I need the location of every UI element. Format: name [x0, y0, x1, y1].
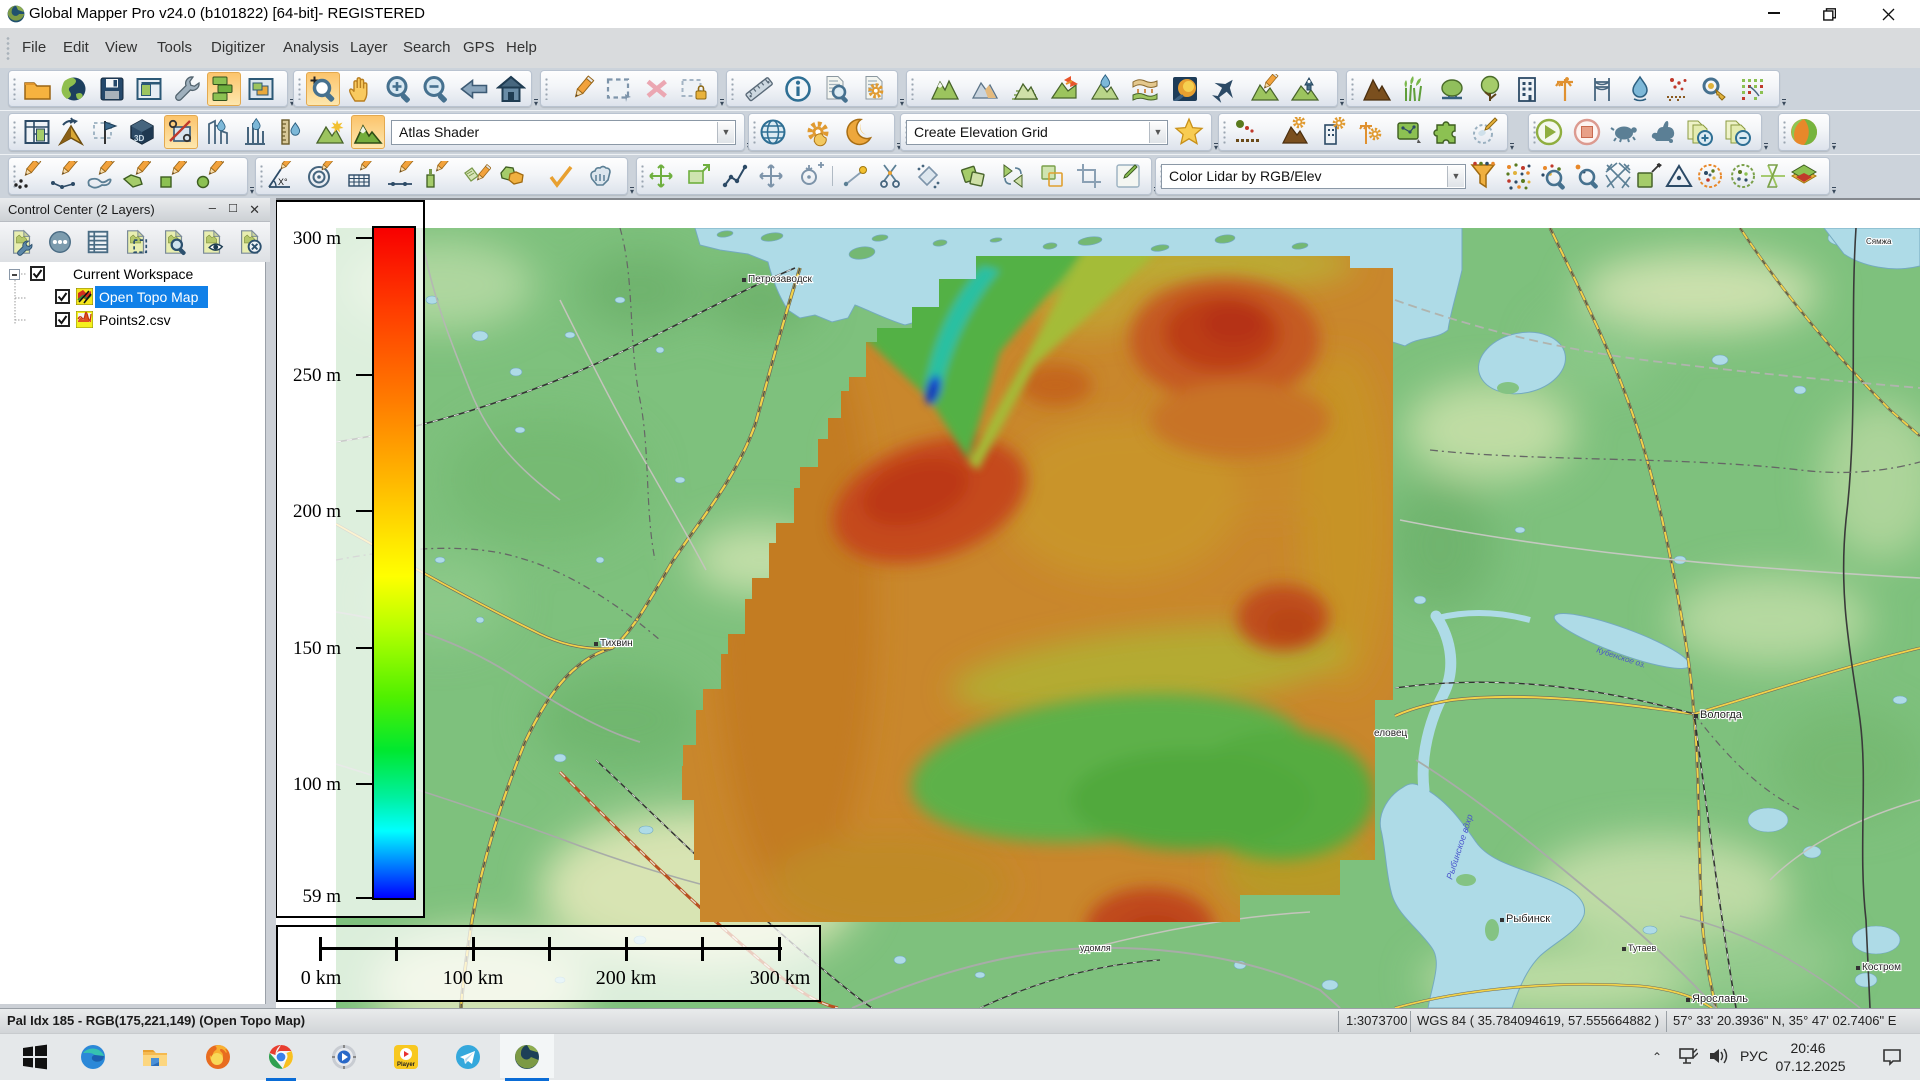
svg-text:Сямжа: Сямжа	[1866, 237, 1892, 246]
svg-text:удомля: удомля	[1080, 943, 1111, 953]
svg-text:Вологда: Вологда	[1700, 709, 1743, 721]
svg-text:X°: X°	[278, 177, 288, 187]
svg-text:Петрозаводск: Петрозаводск	[748, 274, 813, 285]
svg-text:3D: 3D	[134, 134, 144, 143]
svg-text:Ярославль: Ярославль	[1692, 993, 1748, 1005]
svg-text:Костром: Костром	[1862, 962, 1901, 973]
svg-text:Player: Player	[397, 1062, 416, 1068]
svg-text:Рыбинск: Рыбинск	[1506, 913, 1550, 925]
svg-text:Тутаев: Тутаев	[1628, 943, 1657, 953]
svg-text:Тихвин: Тихвин	[600, 638, 633, 649]
svg-text:еловец: еловец	[1374, 728, 1408, 739]
